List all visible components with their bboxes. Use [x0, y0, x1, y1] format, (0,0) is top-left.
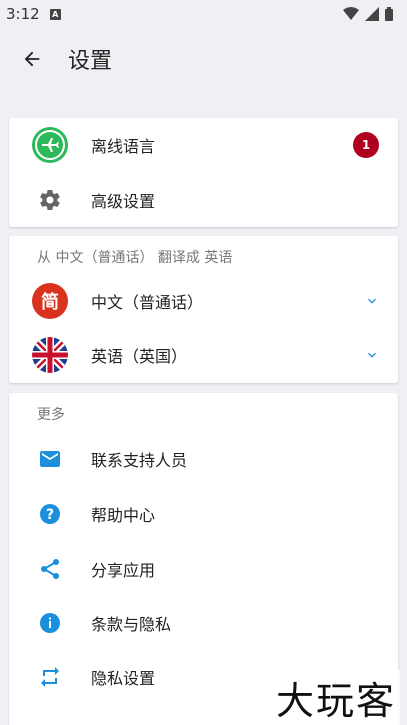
battery-icon	[385, 7, 393, 21]
back-arrow-icon	[24, 51, 40, 67]
contact-support-item[interactable]: 联系支持人员	[9, 432, 398, 486]
share-app-item[interactable]: 分享应用	[9, 542, 398, 596]
watermark: 大玩客	[272, 670, 401, 725]
help-center-item[interactable]: ? 帮助中心	[9, 487, 398, 541]
offline-languages-badge: 1	[353, 132, 379, 158]
status-time: 3:12	[6, 5, 40, 23]
notification-icon: A	[49, 8, 61, 20]
source-language-label: 中文（普通话）	[91, 293, 204, 312]
partial-icon	[31, 712, 69, 725]
airplane-icon	[31, 126, 69, 164]
advanced-settings-item[interactable]: 高级设置	[9, 173, 398, 227]
offline-languages-item[interactable]: 离线语言 1	[9, 118, 398, 172]
chevron-down-icon[interactable]	[364, 347, 380, 363]
target-language-label: 英语（英国）	[91, 347, 188, 366]
uk-flag-icon	[31, 336, 69, 374]
translation-card: 从 中文（普通话） 翻译成 英语 简 中文（普通话） 英语（英国）	[9, 236, 398, 383]
app-bar: 设置	[0, 28, 407, 90]
translation-header: 从 中文（普通话） 翻译成 英语	[37, 250, 233, 266]
share-app-label: 分享应用	[91, 561, 156, 580]
more-header: 更多	[37, 407, 65, 423]
privacy-settings-label: 隐私设置	[91, 669, 156, 688]
back-button[interactable]	[18, 45, 46, 73]
help-center-label: 帮助中心	[91, 506, 156, 525]
signal-icon	[365, 7, 379, 21]
repeat-icon	[31, 658, 69, 696]
main-settings-card: 离线语言 1 高级设置	[9, 118, 398, 227]
page-title: 设置	[68, 49, 113, 74]
svg-text:?: ?	[46, 507, 54, 523]
advanced-settings-label: 高级设置	[91, 192, 156, 211]
target-language-item[interactable]: 英语（英国）	[9, 328, 398, 382]
source-language-item[interactable]: 简 中文（普通话）	[9, 274, 398, 328]
status-left: 3:12 A	[6, 5, 61, 23]
simplified-chinese-icon: 简	[31, 282, 69, 320]
offline-languages-label: 离线语言	[91, 137, 156, 156]
info-icon	[31, 604, 69, 642]
help-icon: ?	[31, 495, 69, 533]
terms-privacy-label: 条款与隐私	[91, 615, 172, 634]
mail-icon	[31, 440, 69, 478]
terms-privacy-item[interactable]: 条款与隐私	[9, 596, 398, 650]
chevron-down-icon[interactable]	[364, 293, 380, 309]
status-right	[343, 7, 393, 21]
status-bar: 3:12 A	[0, 0, 407, 28]
share-icon	[31, 550, 69, 588]
wifi-icon	[343, 7, 359, 20]
contact-support-label: 联系支持人员	[91, 451, 188, 470]
gear-icon	[31, 181, 69, 219]
